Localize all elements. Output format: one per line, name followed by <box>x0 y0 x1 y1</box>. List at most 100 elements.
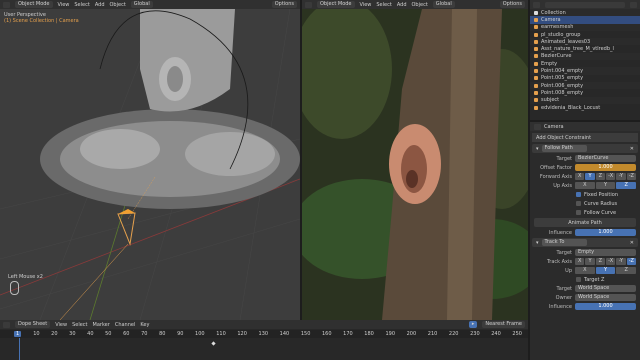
track-up-row: Up XYZ <box>530 266 640 275</box>
close-icon[interactable]: ✕ <box>630 146 634 152</box>
camera-icon <box>534 17 538 22</box>
outliner-item[interactable]: subject <box>530 96 640 104</box>
follow-path-header[interactable]: ▾ Follow Path ✕ <box>532 144 638 153</box>
editor-type-icon[interactable] <box>3 321 10 328</box>
track-to-header[interactable]: ▾ Track To ✕ <box>532 238 638 247</box>
axis-neg-z[interactable]: -Z <box>626 173 636 180</box>
target-space-dropdown[interactable]: World Space <box>575 285 636 292</box>
fixed-position-row[interactable]: Fixed Position <box>530 190 640 199</box>
current-frame-indicator[interactable]: 1 <box>14 331 22 337</box>
left-viewport-header: Object Mode View Select Add Object Globa… <box>0 0 300 9</box>
axis-neg-x[interactable]: -X <box>605 173 616 180</box>
dope-sheet-panel[interactable]: Dope Sheet View Select Marker Channel Ke… <box>0 320 528 360</box>
menu-marker[interactable]: Marker <box>93 322 110 328</box>
editor-type-icon[interactable] <box>3 1 10 8</box>
orientation-dropdown[interactable]: Global <box>130 1 153 8</box>
axis-neg-y[interactable]: -Y <box>616 258 626 265</box>
menu-add[interactable]: Add <box>95 2 105 8</box>
orientation-dropdown[interactable]: Global <box>432 1 455 8</box>
axis-x[interactable]: X <box>575 173 585 180</box>
menu-select[interactable]: Select <box>72 322 87 328</box>
outliner-item[interactable]: Point.008_empty <box>530 89 640 96</box>
editor-type-icon[interactable] <box>305 1 312 8</box>
menu-view[interactable]: View <box>360 2 372 8</box>
chevron-down-icon[interactable]: ▾ <box>536 146 539 152</box>
follow-curve-checkbox[interactable] <box>576 210 581 215</box>
constraint-name-field[interactable]: Follow Path <box>541 145 587 152</box>
axis-x[interactable]: X <box>575 182 595 189</box>
target-z-checkbox[interactable] <box>576 277 581 282</box>
axis-z[interactable]: Z <box>595 173 605 180</box>
chevron-down-icon[interactable]: ▾ <box>536 240 539 246</box>
axis-x[interactable]: X <box>575 267 595 274</box>
properties-panel[interactable]: Camera Add Object Constraint ▾ Follow Pa… <box>530 122 640 360</box>
timeline-ruler[interactable]: 1 10 20 30 40 50 60 70 80 90 100 110 120 130 140 150 16… <box>0 330 528 338</box>
outliner-item[interactable]: Collection <box>530 9 640 17</box>
owner-space-dropdown[interactable]: World Space <box>575 294 636 301</box>
outliner-search-input[interactable] <box>545 1 625 8</box>
camera-object <box>117 212 136 246</box>
influence-slider[interactable]: 1.000 <box>575 229 636 236</box>
close-icon[interactable]: ✕ <box>630 240 634 246</box>
follow-influence-row: Influence 1.000 <box>530 228 640 237</box>
outliner-item[interactable]: Camera <box>530 16 640 24</box>
axis-y[interactable]: Y <box>585 258 595 265</box>
influence-slider[interactable]: 1.000 <box>575 303 636 310</box>
mode-dropdown[interactable]: Object Mode <box>15 1 53 8</box>
axis-x[interactable]: X <box>575 258 585 265</box>
rendered-view <box>302 9 528 320</box>
fixed-position-checkbox[interactable] <box>576 192 581 197</box>
curve-radius-row[interactable]: Curve Radius <box>530 199 640 208</box>
menu-key[interactable]: Key <box>140 322 149 328</box>
editor-mode-dropdown[interactable]: Dope Sheet <box>15 321 51 328</box>
options-button[interactable]: Options <box>271 1 297 8</box>
axis-neg-z[interactable]: -Z <box>626 258 636 265</box>
menu-view[interactable]: View <box>55 322 67 328</box>
axis-neg-y[interactable]: -Y <box>616 173 626 180</box>
properties-header: Camera <box>530 122 640 131</box>
outliner-item[interactable]: pl_studio_group <box>530 31 640 38</box>
outliner-item[interactable]: Point.004_empty <box>530 67 640 75</box>
menu-object[interactable]: Object <box>110 2 126 8</box>
options-button[interactable]: Options <box>499 1 525 8</box>
filter-icon[interactable] <box>630 1 637 8</box>
outliner-panel[interactable]: Collection Camera earmesmesh pl_studio_g… <box>530 0 640 120</box>
outliner-item[interactable]: Point.006_empty <box>530 81 640 90</box>
axis-y[interactable]: Y <box>585 173 595 180</box>
menu-channel[interactable]: Channel <box>115 322 136 328</box>
constraint-name-field[interactable]: Track To <box>541 239 587 246</box>
outliner-item[interactable]: Animated_leaves03 <box>530 38 640 46</box>
menu-view[interactable]: View <box>58 2 70 8</box>
target-z-row[interactable]: Target Z <box>530 275 640 284</box>
axis-neg-x[interactable]: -X <box>605 258 616 265</box>
axis-z[interactable]: Z <box>616 182 637 189</box>
curve-radius-checkbox[interactable] <box>576 201 581 206</box>
outliner-item[interactable]: Point.005_empty <box>530 75 640 82</box>
menu-add[interactable]: Add <box>397 2 407 8</box>
right-3d-viewport-render[interactable]: Object Mode View Select Add Object Globa… <box>302 0 528 320</box>
axis-z[interactable]: Z <box>616 267 637 274</box>
menu-select[interactable]: Select <box>74 2 89 8</box>
axis-z[interactable]: Z <box>595 258 605 265</box>
left-3d-viewport[interactable]: Object Mode View Select Add Object Globa… <box>0 0 300 320</box>
target-field[interactable]: BezierCurve <box>575 155 636 162</box>
axis-y[interactable]: Y <box>595 267 616 274</box>
follow-curve-row[interactable]: Follow Curve <box>530 208 640 217</box>
outliner-item[interactable]: Empty <box>530 60 640 67</box>
mode-dropdown[interactable]: Object Mode <box>317 1 355 8</box>
add-constraint-button[interactable]: Add Object Constraint <box>532 133 638 142</box>
outliner-item[interactable]: BezierCurve <box>530 52 640 61</box>
axis-y[interactable]: Y <box>595 182 616 189</box>
menu-select[interactable]: Select <box>376 2 391 8</box>
snap-toggle[interactable]: ▸ <box>468 321 478 328</box>
snap-mode-dropdown[interactable]: Nearest Frame <box>482 321 525 328</box>
outliner-item[interactable]: Asst_nature_tree_M_vtlredb_l <box>530 45 640 52</box>
outliner-item[interactable]: edvidenia_Black_Locust <box>530 104 640 111</box>
animate-path-button[interactable]: Animate Path <box>534 218 636 227</box>
menu-object[interactable]: Object <box>412 2 428 8</box>
outliner-editor-icon[interactable] <box>533 1 540 8</box>
offset-factor-field[interactable]: 1.000 <box>575 164 636 171</box>
outliner-item[interactable]: earmesmesh <box>530 23 640 31</box>
target-field[interactable]: Empty <box>575 249 636 256</box>
keyframe[interactable] <box>211 341 216 346</box>
